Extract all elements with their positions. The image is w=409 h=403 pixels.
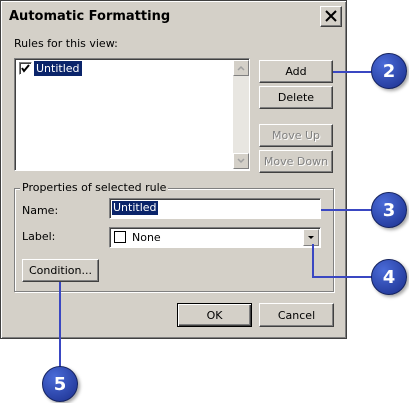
scrollbar[interactable] bbox=[233, 60, 249, 169]
add-button[interactable]: Add bbox=[259, 60, 333, 83]
title-bar: Automatic Formatting bbox=[3, 3, 344, 29]
dropdown-arrow-button[interactable] bbox=[303, 229, 319, 246]
callout-3: 3 bbox=[371, 192, 407, 228]
move-up-button[interactable]: Move Up bbox=[259, 124, 333, 147]
dialog-title: Automatic Formatting bbox=[9, 8, 171, 24]
callout-3-line bbox=[321, 209, 377, 211]
rules-list[interactable]: Untitled bbox=[14, 58, 250, 171]
name-field-value: Untitled bbox=[112, 201, 158, 215]
chevron-up-icon bbox=[237, 65, 245, 71]
color-swatch bbox=[114, 231, 126, 243]
ok-button[interactable]: OK bbox=[177, 303, 252, 327]
name-field[interactable]: Untitled bbox=[109, 198, 321, 219]
chevron-down-icon bbox=[308, 236, 314, 239]
callout-5: 5 bbox=[42, 366, 78, 402]
rules-label: Rules for this view: bbox=[14, 37, 118, 50]
properties-group-label: Properties of selected rule bbox=[20, 181, 169, 194]
list-item[interactable]: Untitled bbox=[17, 61, 232, 77]
callout-4: 4 bbox=[371, 259, 407, 295]
scroll-down-button[interactable] bbox=[233, 153, 249, 169]
cancel-button[interactable]: Cancel bbox=[259, 303, 334, 327]
delete-button[interactable]: Delete bbox=[259, 86, 333, 109]
name-label: Name: bbox=[22, 204, 59, 217]
callout-2: 2 bbox=[371, 53, 407, 89]
scroll-up-button[interactable] bbox=[233, 60, 249, 76]
rule-name: Untitled bbox=[34, 61, 82, 76]
label-label: Label: bbox=[22, 230, 56, 243]
rule-checkbox[interactable] bbox=[19, 62, 32, 75]
chevron-down-icon bbox=[237, 158, 245, 164]
close-button[interactable] bbox=[320, 6, 342, 27]
move-down-button[interactable]: Move Down bbox=[259, 150, 333, 173]
callout-4-line-horizontal bbox=[312, 276, 377, 278]
callout-5-line bbox=[59, 282, 61, 370]
condition-button[interactable]: Condition... bbox=[22, 259, 99, 282]
label-dropdown[interactable]: None bbox=[109, 227, 321, 248]
callout-4-line-vertical bbox=[312, 244, 314, 277]
close-icon bbox=[325, 10, 337, 22]
checkmark-icon bbox=[21, 64, 30, 73]
label-dropdown-value: None bbox=[132, 231, 161, 244]
